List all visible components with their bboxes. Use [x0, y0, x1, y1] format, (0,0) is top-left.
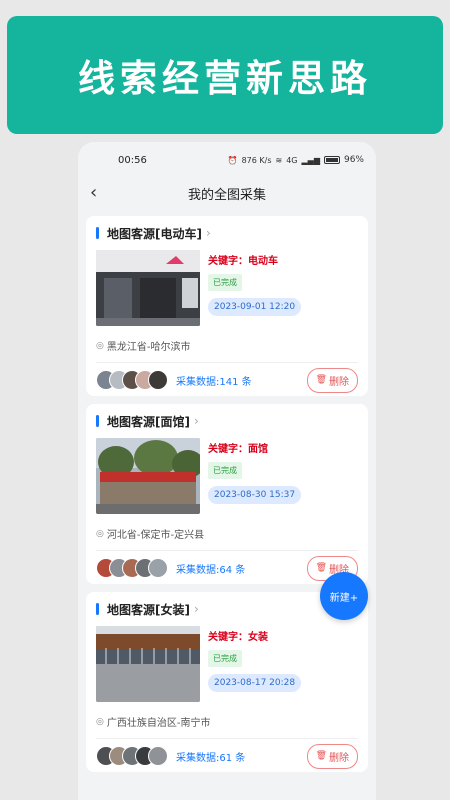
status-icons: ⏰ 876 K/s ≋ 4G ▂▄▆ 96% [228, 155, 364, 165]
card-footer: 采集数据:64 条 🗑 删除 [96, 551, 358, 585]
count-value: 61 [219, 752, 233, 764]
card-info: 关键字：面馆 已完成 2023-08-30 15:37 [208, 438, 302, 516]
store-photo [96, 250, 200, 326]
location-text: 河北省-保定市-定兴县 [106, 530, 205, 541]
collection-card[interactable]: 地图客源[面馆] › 关键字：面馆 已完成 2023-08-30 15:37 ◎… [86, 404, 368, 584]
delete-label: 删除 [329, 752, 349, 764]
card-title: 地图客源[面馆] [107, 414, 190, 429]
status-badge: 已完成 [208, 650, 242, 667]
collected-count: 采集数据:64 条 [176, 561, 245, 576]
card-info: 关键字：电动车 已完成 2023-09-01 12:20 [208, 250, 302, 328]
status-bar: 00:56 ⏰ 876 K/s ≋ 4G ▂▄▆ 96% [78, 142, 376, 178]
count-unit: 条 [235, 752, 246, 764]
chevron-right-icon: › [193, 602, 199, 616]
battery-icon [323, 156, 340, 164]
title-marker [96, 603, 99, 615]
keyword-line: 关键字：女装 [208, 628, 301, 643]
alarm-icon: ⏰ [227, 155, 238, 165]
collected-count: 采集数据:141 条 [176, 373, 252, 388]
new-collection-button[interactable]: 新建+ [320, 572, 368, 620]
card-footer: 采集数据:61 条 🗑 删除 [96, 739, 358, 773]
avatar [148, 746, 168, 766]
banner-title: 线索经营新思路 [78, 57, 372, 100]
card-header[interactable]: 地图客源[面馆] › [96, 412, 358, 430]
chevron-right-icon: › [205, 226, 211, 240]
status-time: 00:56 [118, 154, 147, 166]
keyword-label: 关键字： [208, 256, 248, 267]
title-marker [96, 415, 99, 427]
signal-icon: ▂▄▆ [301, 155, 320, 165]
count-label: 采集数据: [176, 752, 220, 764]
keyword-value: 电动车 [248, 256, 278, 267]
location-pin-icon: ◎ [96, 716, 104, 727]
keyword-value: 女装 [248, 632, 268, 643]
location: ◎ 河北省-保定市-定兴县 [96, 526, 358, 542]
count-unit: 条 [241, 376, 252, 388]
timestamp-badge: 2023-08-17 20:28 [208, 674, 302, 692]
signal-label: 4G [286, 155, 298, 165]
trash-icon: 🗑 [315, 563, 327, 573]
avatar [148, 370, 168, 390]
location-pin-icon: ◎ [96, 340, 104, 351]
delete-label: 删除 [329, 376, 349, 388]
store-photo [96, 626, 200, 702]
keyword-label: 关键字： [208, 632, 248, 643]
card-title: 地图客源[电动车] [107, 226, 202, 241]
back-icon[interactable]: ‹ [90, 184, 97, 202]
store-photo [96, 438, 200, 514]
net-speed: 876 K/s [241, 155, 272, 165]
keyword-value: 面馆 [248, 444, 268, 455]
card-title: 地图客源[女装] [107, 602, 190, 617]
new-button-label: 新建+ [329, 592, 359, 604]
nav-bar: ‹ 我的全图采集 [78, 178, 376, 208]
delete-button[interactable]: 🗑 删除 [306, 367, 358, 393]
battery-percent: 96% [343, 155, 364, 165]
card-info: 关键字：女装 已完成 2023-08-17 20:28 [208, 626, 302, 704]
promo-banner: 线索经营新思路 [7, 16, 443, 134]
card-header[interactable]: 地图客源[女装] › [96, 600, 358, 618]
collection-list: 地图客源[电动车] › 关键字：电动车 已完成 2023-09-01 12:20… [78, 208, 376, 772]
photo-avatars [96, 746, 168, 766]
location-text: 黑龙江省-哈尔滨市 [106, 342, 191, 353]
avatar [148, 558, 168, 578]
phone-screen: 00:56 ⏰ 876 K/s ≋ 4G ▂▄▆ 96% ‹ 我的全图采集 地图… [78, 142, 376, 800]
timestamp-badge: 2023-09-01 12:20 [208, 298, 302, 316]
status-badge: 已完成 [208, 274, 242, 291]
keyword-line: 关键字：面馆 [208, 440, 301, 455]
card-body: 关键字：面馆 已完成 2023-08-30 15:37 [96, 438, 358, 516]
page-title: 我的全图采集 [187, 187, 266, 203]
location: ◎ 广西壮族自治区-南宁市 [96, 714, 358, 730]
keyword-label: 关键字： [208, 444, 248, 455]
wifi-icon: ≋ [275, 155, 283, 165]
card-body: 关键字：女装 已完成 2023-08-17 20:28 [96, 626, 358, 704]
trash-icon: 🗑 [315, 751, 327, 761]
location-text: 广西壮族自治区-南宁市 [106, 718, 211, 729]
trash-icon: 🗑 [315, 375, 327, 385]
collection-card[interactable]: 地图客源[女装] › 关键字：女装 已完成 2023-08-17 20:28 ◎… [86, 592, 368, 772]
count-unit: 条 [235, 564, 246, 576]
status-badge: 已完成 [208, 462, 242, 479]
count-label: 采集数据: [176, 564, 220, 576]
card-footer: 采集数据:141 条 🗑 删除 [96, 363, 358, 397]
card-body: 关键字：电动车 已完成 2023-09-01 12:20 [96, 250, 358, 328]
count-value: 64 [219, 564, 233, 576]
timestamp-badge: 2023-08-30 15:37 [208, 486, 302, 504]
delete-button[interactable]: 🗑 删除 [306, 743, 358, 769]
photo-avatars [96, 558, 168, 578]
title-marker [96, 227, 99, 239]
location-pin-icon: ◎ [96, 528, 104, 539]
card-header[interactable]: 地图客源[电动车] › [96, 224, 358, 242]
count-value: 141 [219, 376, 239, 388]
keyword-line: 关键字：电动车 [208, 252, 301, 267]
count-label: 采集数据: [176, 376, 220, 388]
chevron-right-icon: › [193, 414, 199, 428]
collection-card[interactable]: 地图客源[电动车] › 关键字：电动车 已完成 2023-09-01 12:20… [86, 216, 368, 396]
location: ◎ 黑龙江省-哈尔滨市 [96, 338, 358, 354]
collected-count: 采集数据:61 条 [176, 749, 245, 764]
photo-avatars [96, 370, 168, 390]
